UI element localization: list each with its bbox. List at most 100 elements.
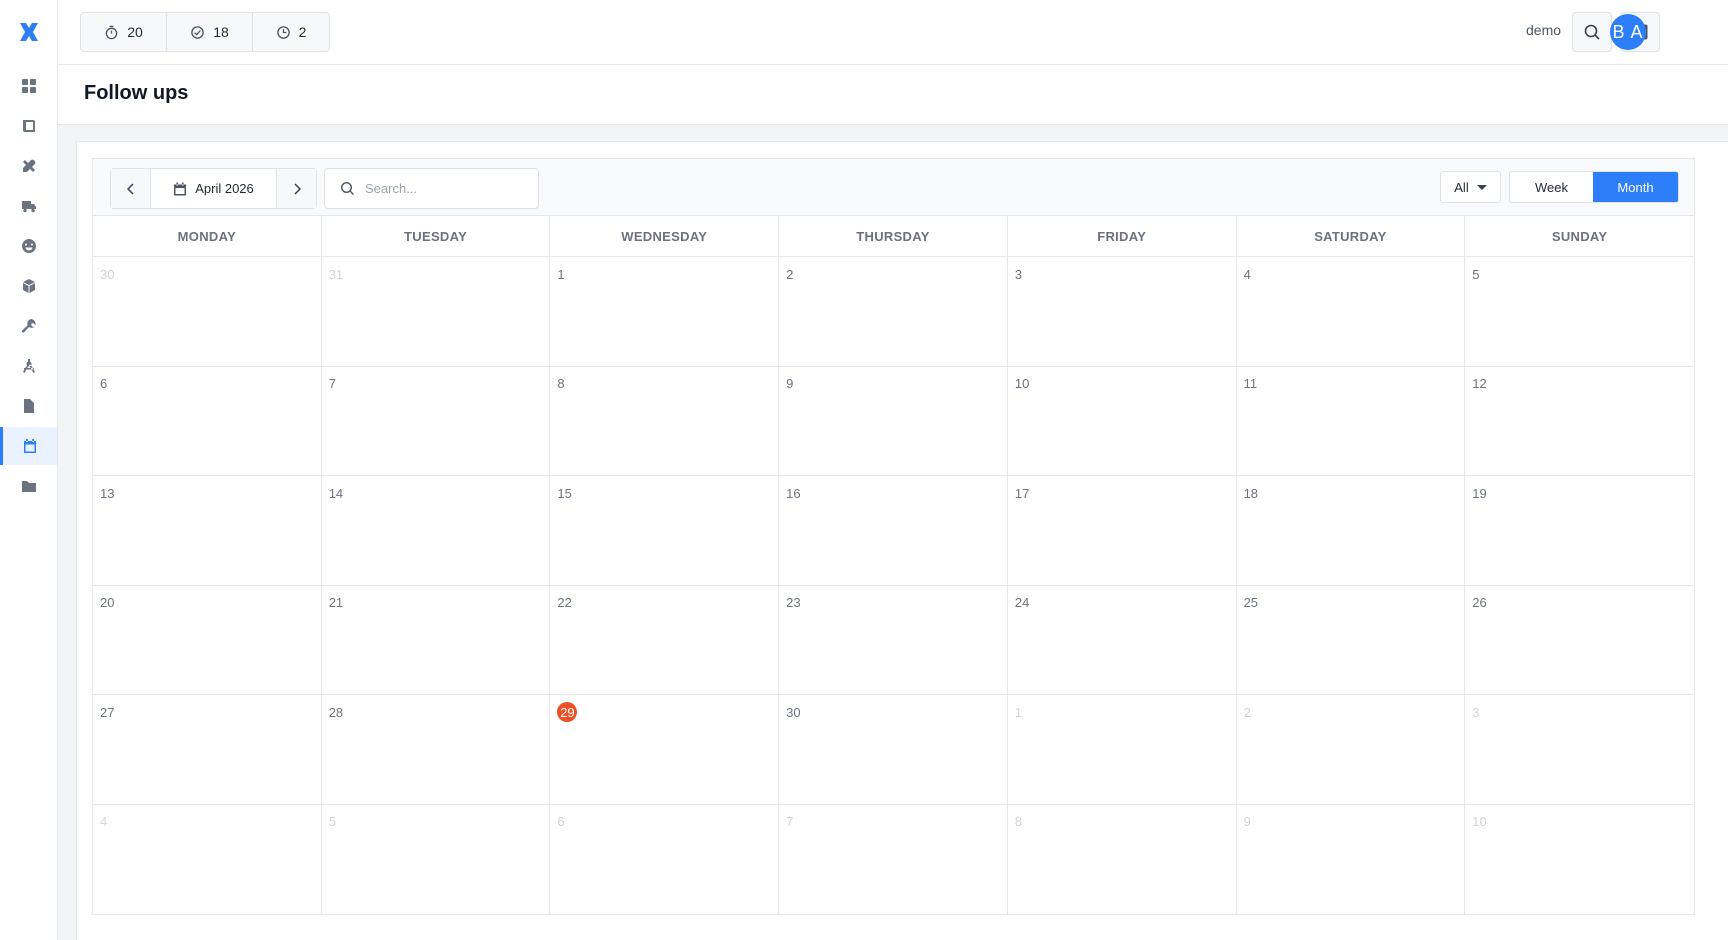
calendar-day[interactable]: 27 xyxy=(93,695,322,805)
next-month-button[interactable] xyxy=(277,169,316,208)
calendar-day[interactable]: 5 xyxy=(322,804,551,914)
calendar-day[interactable]: 30 xyxy=(779,695,1008,805)
completed-counter[interactable]: 18 xyxy=(167,13,253,51)
sidebar-item-dashboard[interactable] xyxy=(0,67,57,105)
check-circle-icon xyxy=(191,25,204,39)
sidebar-item-design[interactable] xyxy=(0,347,57,385)
calendar-day[interactable]: 16 xyxy=(779,476,1008,586)
day-number: 7 xyxy=(786,814,794,829)
calendar-day[interactable]: 19 xyxy=(1465,476,1694,586)
month-view-button[interactable]: Month xyxy=(1593,172,1678,202)
calendar-day[interactable]: 1 xyxy=(550,257,780,367)
app-logo-icon[interactable] xyxy=(17,21,41,43)
calendar-day[interactable]: 6 xyxy=(93,366,322,476)
weekday-header-thursday: THURSDAY xyxy=(779,216,1008,256)
calendar-day[interactable]: 6 xyxy=(550,804,780,914)
sidebar-item-files[interactable] xyxy=(0,467,57,505)
weekday-header: MONDAY TUESDAY WEDNESDAY THURSDAY FRIDAY SATU… xyxy=(93,216,1694,257)
calendar-day[interactable]: 17 xyxy=(1007,476,1237,586)
caret-down-icon xyxy=(1476,184,1487,190)
calendar-day[interactable]: 12 xyxy=(1465,367,1694,476)
day-number: 27 xyxy=(100,704,115,720)
calendar-day[interactable]: 18 xyxy=(1236,476,1466,586)
day-number: 3 xyxy=(1014,266,1023,282)
month-label: April 2026 xyxy=(195,181,254,196)
calendar-day[interactable]: 9 xyxy=(779,366,1008,476)
calendar-icon xyxy=(174,182,187,195)
user-name: demo xyxy=(1526,22,1562,38)
weekday-header-wednesday: WEDNESDAY xyxy=(550,216,780,256)
day-number: 8 xyxy=(557,376,565,391)
timer-counter[interactable]: 20 xyxy=(81,13,167,51)
calendar-day[interactable]: 4 xyxy=(1236,257,1466,367)
month-picker[interactable]: April 2026 xyxy=(150,169,277,208)
calendar-day[interactable]: 7 xyxy=(321,366,551,476)
user-avatar[interactable]: B A xyxy=(1610,14,1646,50)
day-number: 3 xyxy=(1472,704,1480,720)
pending-counter[interactable]: 2 xyxy=(253,13,329,51)
filter-select[interactable]: All xyxy=(1440,171,1501,203)
day-number: 26 xyxy=(1472,595,1487,610)
calendar-day[interactable]: 1 xyxy=(1007,695,1237,805)
calendar-day[interactable]: 7 xyxy=(779,804,1008,914)
day-number: 21 xyxy=(328,595,344,610)
day-number: 11 xyxy=(1243,376,1258,391)
day-number: 10 xyxy=(1014,376,1030,391)
calendar-day[interactable]: 8 xyxy=(1008,804,1237,914)
search-input[interactable] xyxy=(365,181,515,196)
sidebar-item-calendar[interactable] xyxy=(0,427,57,465)
calendar-day[interactable]: 15 xyxy=(550,476,780,586)
day-number: 8 xyxy=(1014,814,1023,829)
calendar-day[interactable]: 22 xyxy=(550,585,780,695)
day-number: 16 xyxy=(786,485,801,501)
calendar-day[interactable]: 10 xyxy=(1007,366,1237,476)
sidebar-item-tools[interactable] xyxy=(0,147,57,185)
calendar-day[interactable]: 2 xyxy=(779,257,1008,367)
day-number: 5 xyxy=(328,814,336,829)
sidebar-item-customers[interactable] xyxy=(0,227,57,265)
sidebar-item-inventory[interactable] xyxy=(0,267,57,305)
calendar-day[interactable]: 13 xyxy=(93,476,322,586)
day-number: 9 xyxy=(786,376,794,391)
previous-month-button[interactable] xyxy=(111,169,150,208)
search-button[interactable] xyxy=(1572,12,1612,52)
week-view-button[interactable]: Week xyxy=(1510,172,1593,202)
compass-icon xyxy=(22,359,35,373)
chevron-right-icon xyxy=(293,182,301,195)
calendar-day-today[interactable]: 29 xyxy=(550,695,780,805)
calendar-icon xyxy=(24,439,36,453)
calendar-day[interactable]: 25 xyxy=(1236,585,1466,695)
calendar-day[interactable]: 24 xyxy=(1007,585,1237,695)
sidebar-item-delivery[interactable] xyxy=(0,187,57,225)
calendar-day[interactable]: 23 xyxy=(779,585,1008,695)
calendar-day[interactable]: 14 xyxy=(321,476,551,586)
month-navigator: April 2026 xyxy=(110,168,317,209)
day-number: 24 xyxy=(1014,595,1030,610)
calendar-day[interactable]: 28 xyxy=(321,695,551,805)
calendar-day[interactable]: 8 xyxy=(550,366,780,476)
day-number: 1 xyxy=(557,266,565,282)
calendar-search[interactable] xyxy=(324,168,539,209)
day-number: 18 xyxy=(1243,485,1259,501)
calendar-day[interactable]: 26 xyxy=(1465,586,1694,695)
sidebar-item-book[interactable] xyxy=(0,107,57,145)
day-number: 30 xyxy=(100,266,115,282)
calendar-day[interactable]: 21 xyxy=(321,585,551,695)
calendar-day[interactable]: 4 xyxy=(93,804,322,914)
calendar-day[interactable]: 3 xyxy=(1007,257,1237,367)
calendar-day[interactable]: 11 xyxy=(1236,366,1466,476)
sidebar xyxy=(0,0,58,940)
calendar-day[interactable]: 5 xyxy=(1465,257,1694,367)
calendar-day[interactable]: 2 xyxy=(1236,695,1466,805)
calendar-day[interactable]: 20 xyxy=(93,585,322,695)
day-number: 6 xyxy=(100,376,108,391)
calendar-day[interactable]: 9 xyxy=(1237,804,1466,914)
day-number: 10 xyxy=(1472,814,1487,829)
calendar-day[interactable]: 10 xyxy=(1465,805,1694,915)
file-icon xyxy=(23,399,34,413)
sidebar-item-maintenance[interactable] xyxy=(0,307,57,345)
calendar-day[interactable]: 31 xyxy=(321,257,551,367)
calendar-day[interactable]: 3 xyxy=(1465,695,1694,805)
sidebar-item-documents[interactable] xyxy=(0,387,57,425)
calendar-day[interactable]: 30 xyxy=(93,257,322,367)
